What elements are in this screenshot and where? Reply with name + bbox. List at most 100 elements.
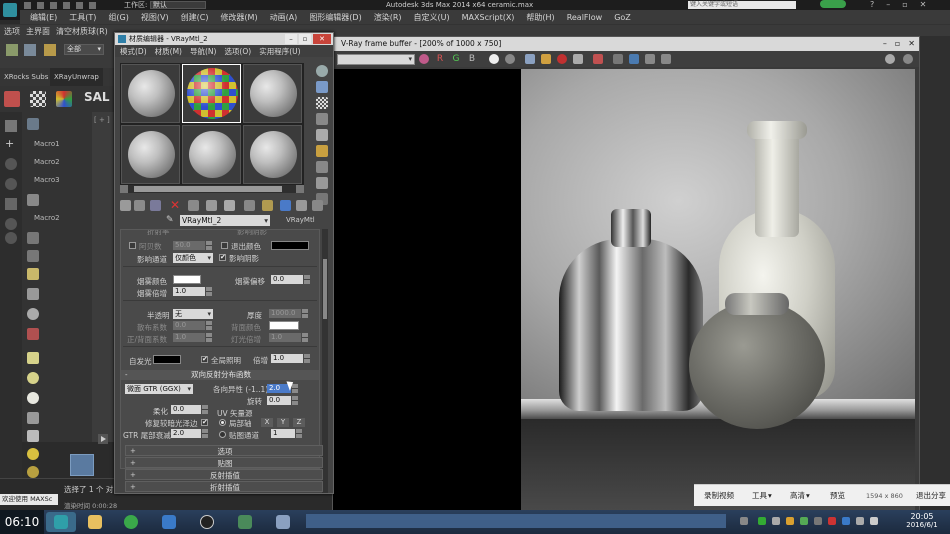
render-channel-dropdown[interactable] <box>337 54 415 65</box>
tray-icon[interactable] <box>842 517 850 525</box>
network-icon[interactable] <box>856 517 864 525</box>
macro-item[interactable]: Macro2 <box>34 158 60 166</box>
tray-icon[interactable] <box>814 517 822 525</box>
menu-tools[interactable]: 工具(T) <box>63 12 102 23</box>
options-icon[interactable] <box>316 161 328 173</box>
abbe-spinner[interactable]: 50.0 <box>173 241 212 250</box>
color-picker-icon[interactable] <box>419 54 429 64</box>
tab-xrocks[interactable]: XRocks Subs <box>0 68 52 86</box>
show-map-icon[interactable] <box>262 200 273 211</box>
add-icon[interactable]: + <box>5 138 17 150</box>
menu-modes[interactable]: 模式(D) <box>115 46 151 57</box>
rollout-maps[interactable]: + 贴图 <box>125 457 323 468</box>
bullet-icon[interactable] <box>5 218 17 230</box>
minimize-button[interactable]: – <box>285 34 297 44</box>
options-button[interactable]: 选项 <box>4 25 20 39</box>
volume-icon[interactable] <box>870 517 878 525</box>
taskbar-app[interactable] <box>230 512 260 532</box>
menu-help[interactable]: 帮助(H) <box>520 12 560 23</box>
back-side-color-swatch[interactable] <box>269 321 299 330</box>
menu-group[interactable]: 组(G) <box>102 12 134 23</box>
unlink-icon[interactable] <box>24 44 36 56</box>
gtr-tail-spinner[interactable]: 2.0 <box>171 429 208 438</box>
play-icon[interactable] <box>98 434 108 444</box>
minimize-button[interactable]: – <box>886 0 890 10</box>
macro-item[interactable]: Macro2 <box>34 214 60 222</box>
tray-icon[interactable] <box>740 517 748 525</box>
light-icon[interactable] <box>27 268 39 280</box>
fog-multiplier-spinner[interactable]: 1.0 <box>173 287 212 296</box>
sample-slot[interactable] <box>121 125 180 184</box>
axis-x-button[interactable]: X <box>261 418 273 427</box>
sample-slot[interactable] <box>182 125 241 184</box>
macro-item[interactable]: Macro1 <box>34 140 60 148</box>
alpha-channel-icon[interactable] <box>489 54 499 64</box>
redo-icon[interactable] <box>76 1 83 9</box>
tray-icon[interactable] <box>786 517 794 525</box>
rollout-reflect-interpolation[interactable]: + 反射插值 <box>125 469 323 480</box>
file-icon[interactable] <box>27 194 39 206</box>
translucency-dropdown[interactable]: 无 <box>173 309 213 319</box>
menu-options[interactable]: 选项(O) <box>220 46 255 57</box>
gi-checkbox[interactable] <box>201 355 208 363</box>
local-axis-radio[interactable] <box>219 419 226 426</box>
thickness-spinner[interactable]: 1000.0 <box>269 309 308 318</box>
green-channel-button[interactable]: G <box>451 54 461 64</box>
macro-item[interactable]: Macro3 <box>34 176 60 184</box>
sphere-icon[interactable] <box>27 308 39 320</box>
select-by-material-icon[interactable] <box>316 177 328 189</box>
sample-slot[interactable] <box>121 64 180 123</box>
search-input[interactable]: 键入关键字或短语 <box>688 1 796 9</box>
exit-color-swatch[interactable] <box>271 241 309 250</box>
scroll-thumb[interactable] <box>134 186 282 192</box>
edit-tool-icon[interactable] <box>5 120 17 132</box>
restore-button[interactable]: ▫ <box>895 38 900 50</box>
tools-chevron-icon[interactable]: ▾ <box>768 485 772 507</box>
copy-material-icon[interactable] <box>188 200 199 211</box>
menu-modifiers[interactable]: 修改器(M) <box>214 12 263 23</box>
sample-slot[interactable] <box>243 125 302 184</box>
record-video-button[interactable]: 录制视频 <box>704 485 734 507</box>
material-name-field[interactable]: VRayMtl_2 <box>180 215 270 226</box>
main-ui-button[interactable]: 主界面 <box>26 25 50 39</box>
time-slider-thumb[interactable] <box>70 454 94 476</box>
online-badge[interactable] <box>820 0 846 8</box>
taskbar-browser[interactable] <box>116 512 146 532</box>
system-clock[interactable]: 20:05 2016/6/1 <box>896 512 948 532</box>
self-illumination-swatch[interactable] <box>153 355 181 364</box>
fwd-back-coeff-spinner[interactable]: 1.0 <box>173 333 212 342</box>
teapot-icon[interactable] <box>27 118 39 130</box>
video-check-icon[interactable] <box>316 129 328 141</box>
slot-scrollbar[interactable] <box>120 185 304 193</box>
eyedropper-icon[interactable]: ✎ <box>166 215 174 225</box>
list-icon[interactable] <box>27 250 39 262</box>
sample-slot[interactable] <box>182 64 241 123</box>
region-render-icon[interactable] <box>593 54 603 64</box>
taskbar-obs[interactable] <box>192 512 222 532</box>
rollout-options[interactable]: + 选项 <box>125 445 323 456</box>
axis-z-button[interactable]: Z <box>293 418 305 427</box>
color-checker-icon[interactable] <box>56 91 72 107</box>
menu-goz[interactable]: GoZ <box>608 13 637 22</box>
pixel-info-icon[interactable] <box>661 54 671 64</box>
sun-icon[interactable] <box>27 448 39 460</box>
scatter-coeff-spinner[interactable]: 0.0 <box>173 321 212 330</box>
project-folder-icon[interactable] <box>89 1 96 9</box>
undo-icon[interactable] <box>63 1 70 9</box>
mono-channel-icon[interactable] <box>505 54 515 64</box>
red-channel-button[interactable]: R <box>435 54 445 64</box>
help-icon[interactable]: ? <box>870 0 874 10</box>
sal-button[interactable]: SAL <box>84 90 110 104</box>
camera-icon[interactable] <box>27 288 39 300</box>
fix-dark-edges-checkbox[interactable] <box>201 418 208 426</box>
app-logo[interactable] <box>0 0 20 20</box>
fog-bias-spinner[interactable]: 0.0 <box>271 275 310 284</box>
sample-type-icon[interactable] <box>316 65 328 77</box>
rollout-refract-interpolation[interactable]: + 折射插值 <box>125 481 323 492</box>
restore-button[interactable]: ▫ <box>902 0 907 10</box>
show-end-result-icon[interactable] <box>280 200 291 211</box>
helper-icon[interactable] <box>27 328 39 340</box>
bullet-icon[interactable] <box>5 178 17 190</box>
sample-slot[interactable] <box>243 64 302 123</box>
rgb-ring-icon[interactable] <box>885 54 895 64</box>
